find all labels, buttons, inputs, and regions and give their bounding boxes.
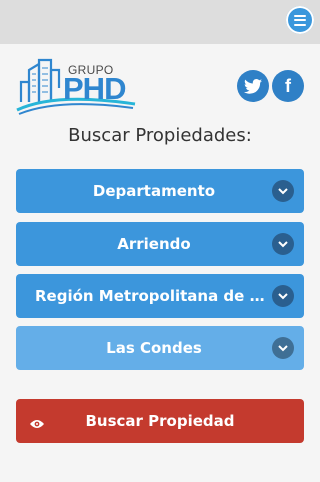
hamburger-menu-icon[interactable] xyxy=(286,6,314,34)
region-select[interactable]: Región Metropolitana de Santiago xyxy=(16,274,304,318)
property-type-value: Departamento xyxy=(92,182,216,200)
chevron-down-icon[interactable] xyxy=(272,233,294,255)
chevron-down-icon[interactable] xyxy=(272,337,294,359)
property-type-select[interactable]: Departamento xyxy=(16,169,304,213)
facebook-icon[interactable]: f xyxy=(272,70,304,102)
top-bar xyxy=(0,0,320,44)
chevron-down-icon[interactable] xyxy=(272,180,294,202)
search-property-label: Buscar Propiedad xyxy=(85,412,235,430)
search-heading: Buscar Propiedades: xyxy=(68,125,252,146)
logo-phd-text: PHD xyxy=(63,71,126,106)
twitter-icon[interactable] xyxy=(237,70,269,102)
facebook-glyph: f xyxy=(285,75,291,96)
search-property-button[interactable]: Buscar Propiedad xyxy=(16,399,304,443)
commune-select[interactable]: Las Condes xyxy=(16,326,304,370)
chevron-down-icon[interactable] xyxy=(272,285,294,307)
operation-value: Arriendo xyxy=(117,235,191,253)
eye-icon xyxy=(29,415,45,433)
commune-value: Las Condes xyxy=(106,339,202,357)
operation-select[interactable]: Arriendo xyxy=(16,222,304,266)
grupo-phd-logo[interactable]: GRUPO PHD xyxy=(15,58,141,120)
region-value: Región Metropolitana de Santiago xyxy=(35,287,273,305)
